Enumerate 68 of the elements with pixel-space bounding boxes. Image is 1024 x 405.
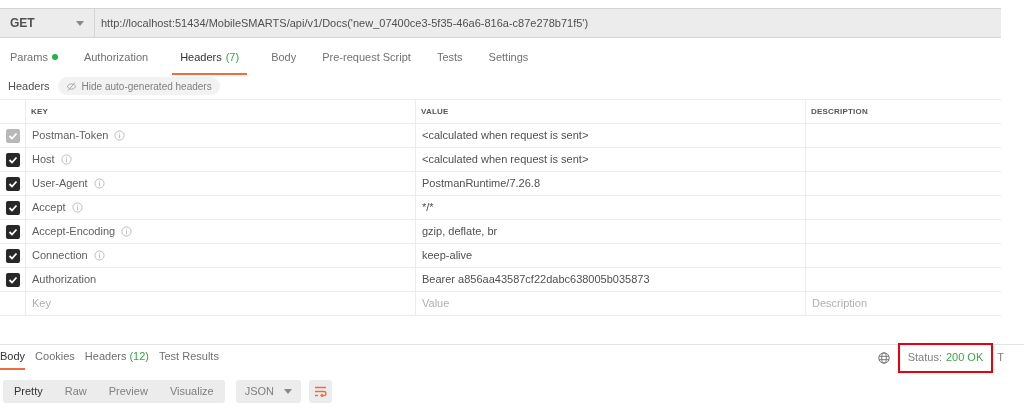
checkmark-icon xyxy=(7,154,18,165)
request-tab[interactable]: Authorization xyxy=(81,41,151,75)
view-mode-button[interactable]: Pretty xyxy=(3,383,54,400)
info-icon xyxy=(71,202,83,213)
header-key: Host xyxy=(32,151,55,168)
info-icon xyxy=(93,250,105,261)
checkmark-icon xyxy=(7,202,18,213)
hide-headers-toggle[interactable]: Hide auto-generated headers xyxy=(57,77,220,95)
info-icon xyxy=(114,130,126,141)
checkmark-icon xyxy=(7,250,18,261)
header-value: Bearer a856aa43587cf22dabc638005b035873 xyxy=(422,272,650,288)
checkmark-icon xyxy=(7,178,18,189)
header-key: Accept xyxy=(32,199,66,216)
value-input[interactable]: Value xyxy=(416,292,806,315)
response-tab[interactable]: Cookies xyxy=(35,345,75,370)
header-value: <calculated when request is sent> xyxy=(422,152,589,168)
checkbox[interactable] xyxy=(5,248,20,263)
view-mode-button[interactable]: Visualize xyxy=(158,383,225,400)
method-dropdown[interactable]: GET xyxy=(0,8,95,38)
eye-slash-icon xyxy=(65,81,77,91)
checkbox[interactable] xyxy=(5,272,20,287)
wrap-icon xyxy=(314,386,328,397)
key-input[interactable]: Key xyxy=(26,292,416,315)
url-field[interactable]: http://localhost:51434/MobileSMARTS/api/v1/Docs('new_07400ce3-5f35-46a6-816a-c87e278b71f5') xyxy=(95,8,1001,38)
caret-icon xyxy=(284,389,293,394)
info-icon xyxy=(93,178,105,189)
status-value: 200 OK xyxy=(945,350,984,366)
wrap-lines-button[interactable] xyxy=(309,380,333,403)
header-value: PostmanRuntime/7.26.8 xyxy=(422,176,540,192)
request-tab[interactable]: Settings xyxy=(486,41,531,75)
checkbox[interactable] xyxy=(5,200,20,215)
column-header: KEY xyxy=(31,105,49,118)
checkmark-icon xyxy=(7,130,18,141)
header-key: Postman-Token xyxy=(32,127,109,144)
checkbox[interactable] xyxy=(5,152,20,167)
header-value: */* xyxy=(422,200,434,216)
globe-icon[interactable] xyxy=(877,351,890,364)
request-tab[interactable]: Tests xyxy=(434,41,465,75)
checkbox[interactable] xyxy=(5,176,20,191)
request-tab[interactable]: Params xyxy=(8,41,60,75)
request-tab[interactable]: Body xyxy=(269,41,299,75)
header-key: Authorization xyxy=(32,271,97,288)
checkmark-icon xyxy=(7,226,18,237)
status-label: Status: xyxy=(907,350,942,366)
view-mode-button[interactable]: Preview xyxy=(97,383,159,400)
response-tab[interactable]: Body xyxy=(0,345,26,370)
description-input[interactable]: Description xyxy=(806,292,1001,315)
header-key: User-Agent xyxy=(32,175,88,192)
header-key: Accept-Encoding xyxy=(32,223,116,240)
section-label: Headers xyxy=(8,78,50,94)
checkbox[interactable] xyxy=(5,224,20,239)
header-value: gzip, deflate, br xyxy=(422,224,498,240)
column-header: DESCRIPTION xyxy=(811,105,868,118)
caret-icon xyxy=(76,20,84,26)
response-tab[interactable]: Headers (12) xyxy=(84,345,149,370)
header-key: Connection xyxy=(32,247,88,264)
format-dropdown[interactable]: JSON xyxy=(235,380,302,403)
checkmark-icon xyxy=(7,274,18,285)
header-value: keep-alive xyxy=(422,248,473,264)
request-tab[interactable]: Headers (7) xyxy=(172,41,248,75)
info-icon xyxy=(121,226,133,237)
view-mode-button[interactable]: Raw xyxy=(53,383,98,400)
request-tab[interactable]: Pre-request Script xyxy=(320,41,413,75)
cut-off-label: T xyxy=(997,350,1004,366)
column-header: VALUE xyxy=(421,105,449,118)
response-tab[interactable]: Test Results xyxy=(158,345,219,370)
header-value: <calculated when request is sent> xyxy=(422,128,589,144)
info-icon xyxy=(60,154,72,165)
